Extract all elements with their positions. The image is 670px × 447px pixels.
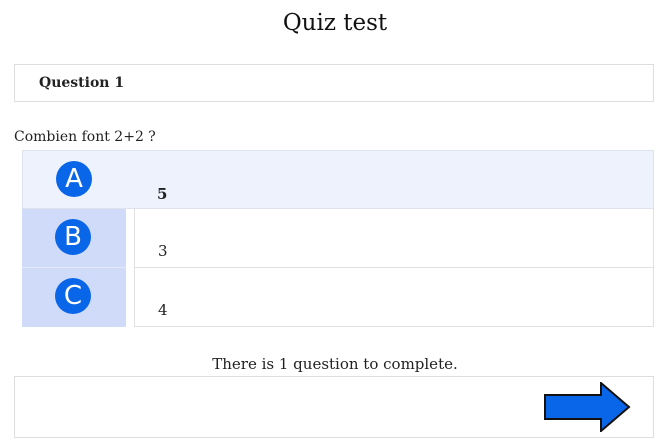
status-text: There is 1 question to complete. [212,355,458,373]
answer-value: 4 [158,301,168,319]
answer-option-c[interactable]: C 4 [22,268,654,327]
page-title: Quiz test [282,10,388,36]
answer-list: A 5 B 3 C 4 [22,150,654,328]
right-arrow-icon [544,380,631,434]
answer-value: 3 [158,242,168,260]
answer-letter-badge: C [55,278,91,314]
answer-option-a[interactable]: A 5 [22,150,654,209]
answer-letter-cell: B [22,209,126,268]
answer-value-cell: 5 [135,151,655,210]
answer-letter-badge: A [56,161,92,197]
next-button[interactable] [543,380,631,434]
question-header: Question 1 [14,64,654,102]
answer-value-cell: 3 [134,209,654,268]
answer-letter-cell: C [22,268,126,327]
answer-value: 5 [157,185,168,203]
question-header-label: Question 1 [39,75,125,91]
question-text: Combien font 2+2 ? [14,129,156,145]
answer-letter-badge: B [55,219,91,255]
answer-option-b[interactable]: B 3 [22,209,654,268]
answer-letter-cell: A [23,151,127,210]
answer-value-cell: 4 [134,268,654,327]
quiz-footer [14,376,654,438]
